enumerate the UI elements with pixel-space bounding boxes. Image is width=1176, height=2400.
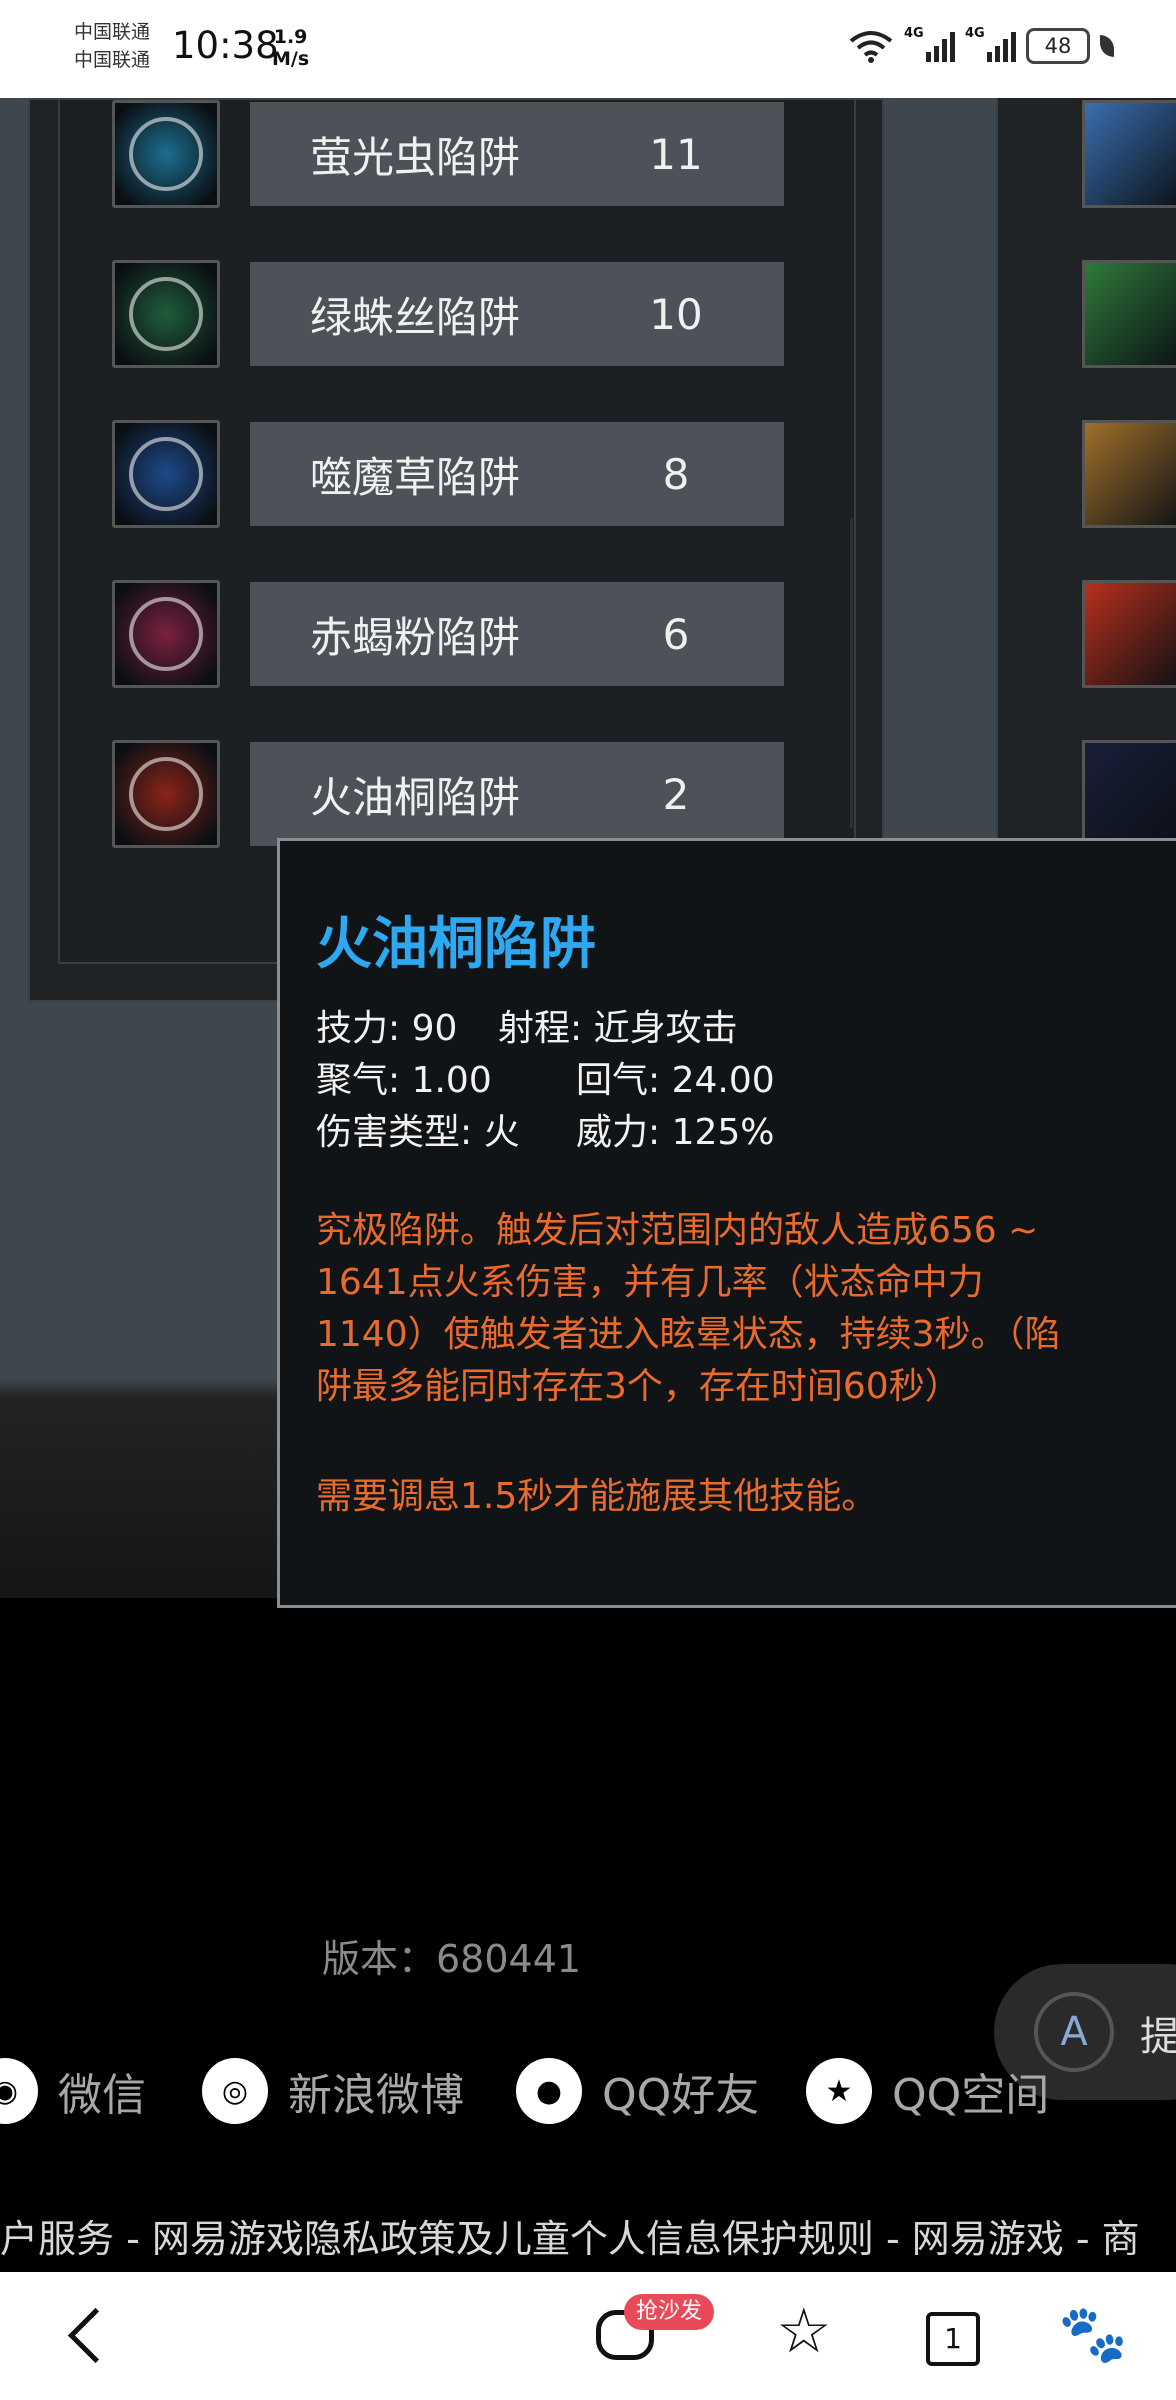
- skill-row[interactable]: 赤蝎粉陷阱 6: [112, 580, 784, 688]
- game-skill-screen: 萤光虫陷阱 11 绿蛛丝陷阱 10 噬魔草陷阱 8 赤蝎粉陷阱 6 火油桐陷阱 2 火油桐陷阱 技…: [0, 98, 1176, 1608]
- back-icon[interactable]: [67, 2307, 124, 2364]
- skill-name: 萤光虫陷阱: [310, 132, 521, 182]
- share-qzone[interactable]: ★ QQ空间: [806, 2058, 1049, 2124]
- stat-gather: 聚气: 1.00: [316, 1060, 492, 1101]
- skill-name: 火油桐陷阱: [310, 772, 521, 822]
- share-qq[interactable]: ● QQ好友: [516, 2058, 759, 2124]
- skill-level: 2: [662, 769, 690, 819]
- signal-icon: 4G: [904, 26, 955, 62]
- weibo-icon: ◎: [202, 2058, 268, 2124]
- signal-icon: 4G: [965, 26, 1016, 62]
- footer-links[interactable]: 户服务 - 网易游戏隐私政策及儿童个人信息保护规则 - 网易游戏 - 商: [0, 2208, 1176, 2263]
- skill-row[interactable]: 火油桐陷阱 2: [112, 740, 784, 848]
- version-label: 版本：680441: [322, 1937, 582, 1981]
- skill-level: 6: [662, 609, 690, 659]
- comment-badge[interactable]: 抢沙发: [624, 2294, 715, 2330]
- scorpion-trap-icon[interactable]: [112, 580, 220, 688]
- qzone-icon: ★: [806, 2058, 872, 2124]
- stat-recover: 回气: 24.00: [576, 1060, 775, 1101]
- stat-power: 威力: 125%: [576, 1112, 775, 1153]
- skill-row[interactable]: 噬魔草陷阱 8: [112, 420, 784, 528]
- tooltip-title: 火油桐陷阱: [316, 912, 596, 977]
- tooltip-description: 究极陷阱。触发后对范围内的敌人造成656 ~ 1641点火系伤害，并有几率（状态…: [316, 1210, 1061, 1407]
- skill-name: 绿蛛丝陷阱: [310, 292, 521, 342]
- browser-bottom-bar: 抢沙发 ☆ 1 🐾: [0, 2272, 1176, 2400]
- fire-oil-trap-icon[interactable]: [112, 740, 220, 848]
- clock: 10:38: [172, 24, 279, 67]
- skill-row[interactable]: 绿蛛丝陷阱 10: [112, 260, 784, 368]
- tooltip-note: 需要调息1.5秒才能施展其他技能。: [316, 1476, 878, 1517]
- skill-bar[interactable]: 火油桐陷阱 2: [250, 742, 784, 846]
- carrier-labels: 中国联通 中国联通: [74, 18, 150, 74]
- golden-shot-skill-icon[interactable]: [1082, 420, 1176, 528]
- star-icon[interactable]: ☆: [776, 2296, 832, 2366]
- net-speed: 1.9 M/s: [272, 26, 310, 70]
- share-bar: ◉ 微信 ◎ 新浪微博 ● QQ好友 ★ QQ空间: [0, 2058, 1176, 2132]
- fire-shot-skill-icon[interactable]: [1082, 580, 1176, 688]
- skill-bar[interactable]: 绿蛛丝陷阱 10: [250, 262, 784, 366]
- stat-damage-type: 伤害类型: 火: [316, 1112, 520, 1153]
- arrows-skill-icon[interactable]: [1082, 100, 1176, 208]
- wechat-icon: ◉: [0, 2058, 38, 2124]
- wifi-icon: [849, 31, 893, 63]
- share-wechat[interactable]: ◉ 微信: [0, 2058, 146, 2124]
- green-arrow-skill-icon[interactable]: [1082, 260, 1176, 368]
- skill-name: 赤蝎粉陷阱: [310, 612, 521, 662]
- share-weibo[interactable]: ◎ 新浪微博: [202, 2058, 464, 2124]
- skill-bar[interactable]: 萤光虫陷阱 11: [250, 102, 784, 206]
- carrier-1: 中国联通: [74, 21, 151, 43]
- skill-tooltip: 火油桐陷阱 技力: 90 射程: 近身攻击 聚气: 1.00 回气: 24.00 伤…: [277, 838, 1176, 1608]
- tabs-icon[interactable]: 1: [926, 2312, 980, 2366]
- leaf-icon: [1100, 35, 1114, 57]
- green-spider-trap-icon[interactable]: [112, 260, 220, 368]
- skill-level: 11: [649, 129, 703, 179]
- baidu-paw-icon[interactable]: 🐾: [1058, 2302, 1128, 2368]
- qq-icon: ●: [516, 2058, 582, 2124]
- demon-grass-trap-icon[interactable]: [112, 420, 220, 528]
- dark-skill-icon[interactable]: [1082, 740, 1176, 848]
- skill-name: 噬魔草陷阱: [310, 452, 521, 502]
- firefly-trap-icon[interactable]: [112, 100, 220, 208]
- system-icons: 4G 4G 48: [848, 26, 1114, 64]
- skill-level: 10: [649, 289, 703, 339]
- tooltip-stats: 技力: 90 射程: 近身攻击 聚气: 1.00 回气: 24.00 伤害类型: 火…: [316, 1003, 775, 1159]
- skill-level: 8: [662, 449, 690, 499]
- carrier-2: 中国联通: [74, 49, 151, 71]
- battery-icon: 48: [1026, 28, 1090, 64]
- stat-range: 射程: 近身攻击: [498, 1008, 738, 1049]
- status-bar: 中国联通 中国联通 10:38 1.9 M/s 4G 4G 48: [0, 0, 1176, 98]
- skill-bar[interactable]: 赤蝎粉陷阱 6: [250, 582, 784, 686]
- skill-bar[interactable]: 噬魔草陷阱 8: [250, 422, 784, 526]
- skill-row[interactable]: 萤光虫陷阱 11: [112, 100, 784, 208]
